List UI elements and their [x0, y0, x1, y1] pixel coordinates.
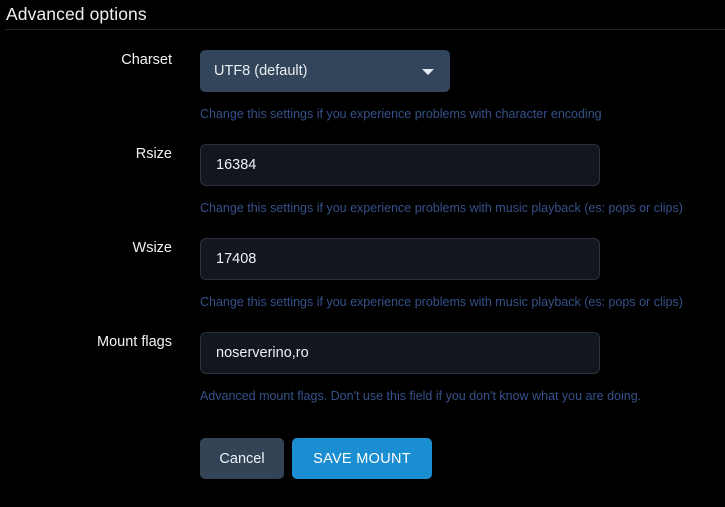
- helper-text-wsize: Change this settings if you experience p…: [200, 294, 725, 310]
- helper-text-mount-flags: Advanced mount flags. Don't use this fie…: [200, 388, 725, 404]
- label-wsize: Wsize: [0, 238, 172, 258]
- control-charset: UTF8 (default): [200, 50, 450, 92]
- rsize-input[interactable]: [200, 144, 600, 186]
- advanced-options-form: Charset UTF8 (default) Change this setti…: [0, 34, 725, 479]
- mount-flags-input[interactable]: [200, 332, 600, 374]
- charset-select-value: UTF8 (default): [214, 63, 307, 79]
- field-row-rsize: Rsize: [0, 144, 725, 186]
- cancel-button[interactable]: Cancel: [200, 438, 284, 479]
- chevron-down-icon: [422, 69, 434, 75]
- field-row-mount-flags: Mount flags: [0, 332, 725, 374]
- header-divider: [5, 29, 725, 30]
- save-mount-button[interactable]: SAVE MOUNT: [292, 438, 432, 479]
- control-wsize: [200, 238, 600, 280]
- field-row-charset: Charset UTF8 (default): [0, 50, 725, 92]
- label-rsize: Rsize: [0, 144, 172, 164]
- wsize-input[interactable]: [200, 238, 600, 280]
- page-title: Advanced options: [0, 0, 725, 26]
- helper-text-rsize: Change this settings if you experience p…: [200, 200, 725, 216]
- control-rsize: [200, 144, 600, 186]
- charset-select[interactable]: UTF8 (default): [200, 50, 450, 92]
- label-mount-flags: Mount flags: [0, 332, 172, 352]
- dialog-header: Advanced options: [0, 0, 725, 30]
- label-charset: Charset: [0, 50, 172, 70]
- control-mount-flags: [200, 332, 600, 374]
- field-row-wsize: Wsize: [0, 238, 725, 280]
- dialog-actions: Cancel SAVE MOUNT: [200, 438, 725, 479]
- helper-text-charset: Change this settings if you experience p…: [200, 106, 725, 122]
